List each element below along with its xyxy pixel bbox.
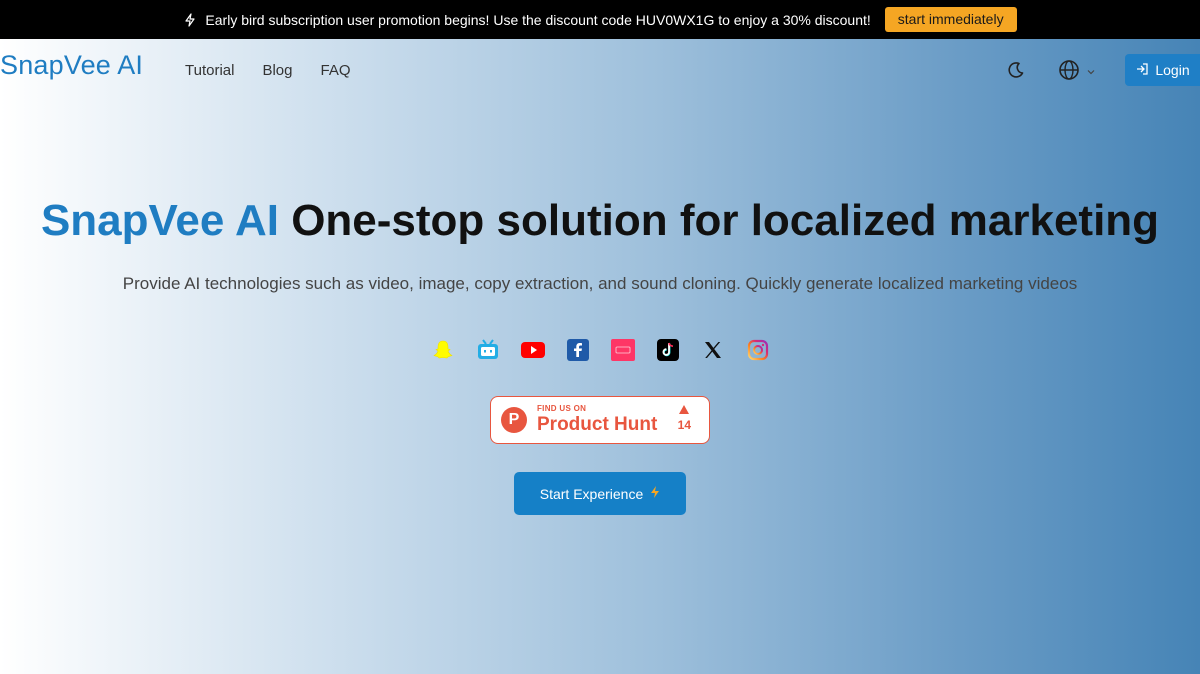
promo-text: Early bird subscription user promotion b…: [205, 11, 871, 28]
hero-title-accent: SnapVee AI: [40, 196, 279, 245]
chevron-down-icon: [1086, 64, 1096, 82]
language-selector[interactable]: [1058, 59, 1096, 86]
snapchat-icon[interactable]: [430, 337, 456, 363]
bilibili-icon[interactable]: [475, 337, 501, 363]
product-hunt-caption: FIND US ON: [537, 404, 587, 413]
nav-blog[interactable]: Blog: [262, 62, 292, 79]
login-icon: [1135, 62, 1149, 79]
tiktok-icon[interactable]: [655, 337, 681, 363]
hero-title: SnapVee AI One-stop solution for localiz…: [0, 196, 1200, 246]
login-label: Login: [1155, 62, 1190, 78]
moon-icon[interactable]: [1006, 60, 1026, 80]
facebook-icon[interactable]: [565, 337, 591, 363]
kuaishou-icon[interactable]: [610, 337, 636, 363]
start-experience-label: Start Experience: [539, 485, 644, 502]
promo-banner: Early bird subscription user promotion b…: [0, 0, 1200, 39]
login-button[interactable]: Login: [1125, 54, 1200, 86]
product-hunt-title: Product Hunt: [537, 414, 658, 435]
hero-subtitle: Provide AI technologies such as video, i…: [122, 274, 1078, 293]
start-experience-button[interactable]: Start Experience: [514, 472, 686, 515]
vote-count: 14: [677, 418, 691, 432]
youtube-icon[interactable]: [520, 337, 546, 363]
nav-tutorial[interactable]: Tutorial: [185, 62, 234, 79]
hero-title-rest: One-stop solution for localized marketin…: [278, 196, 1160, 245]
lightning-icon: [183, 12, 197, 27]
product-hunt-logo: P: [501, 407, 527, 433]
lightning-icon: [650, 485, 660, 502]
instagram-icon[interactable]: [745, 337, 771, 363]
globe-icon: [1058, 59, 1080, 86]
upvote-triangle-icon: [679, 405, 690, 414]
main-nav: Tutorial Blog FAQ: [185, 62, 351, 79]
product-hunt-votes: 14: [678, 405, 691, 432]
product-hunt-badge[interactable]: P FIND US ON Product Hunt 14: [490, 396, 710, 444]
nav-faq[interactable]: FAQ: [321, 62, 351, 79]
x-icon[interactable]: [700, 337, 726, 363]
start-immediately-button[interactable]: start immediately: [884, 7, 1017, 32]
social-icons: [430, 337, 790, 363]
brand-logo[interactable]: SnapVee AI: [0, 50, 143, 81]
